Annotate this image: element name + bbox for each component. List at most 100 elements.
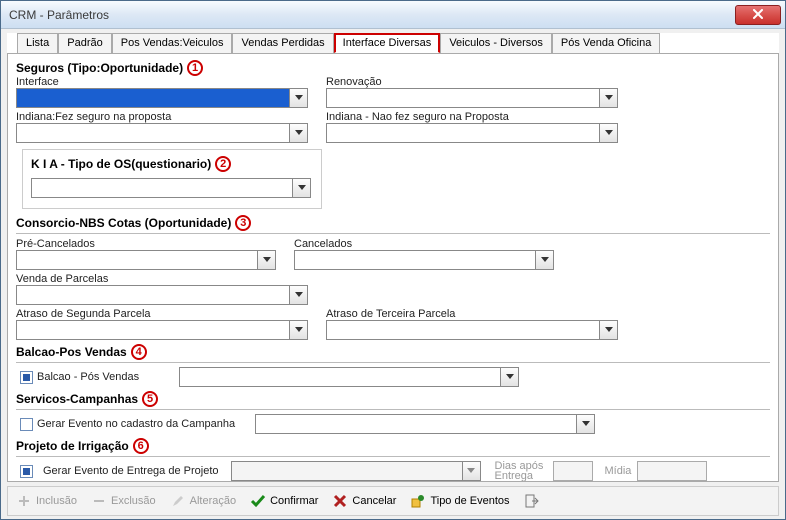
- select-body: [180, 368, 500, 386]
- chevron-down-icon[interactable]: [576, 415, 594, 433]
- tool-alteracao[interactable]: Alteração: [170, 493, 236, 509]
- tool-inclusao[interactable]: Inclusão: [16, 493, 77, 509]
- select-body: [17, 124, 289, 142]
- chevron-down-icon[interactable]: [289, 321, 307, 339]
- tool-exit[interactable]: [524, 493, 540, 509]
- annotation-marker-6: 6: [133, 438, 149, 454]
- chevron-down-icon[interactable]: [257, 251, 275, 269]
- checkbox-label-balcao: Balcao - Pós Vendas: [37, 371, 139, 383]
- select-seguros-renovacao[interactable]: [326, 88, 618, 108]
- group-consorcio-title: Consorcio-NBS Cotas (Oportunidade) 3: [16, 215, 770, 231]
- group-balcao-label: Balcao-Pos Vendas: [16, 345, 127, 359]
- app-window: CRM - Parâmetros Lista Padrão Pos Vendas…: [0, 0, 786, 520]
- tool-label: Cancelar: [352, 495, 396, 507]
- bottom-toolbar: Inclusão Exclusão Alteração Confirmar Ca…: [7, 486, 779, 516]
- select-body: [295, 251, 535, 269]
- tab-interface-diversas[interactable]: Interface Diversas: [334, 33, 441, 53]
- select-body: [327, 321, 599, 339]
- group-balcao-title: Balcao-Pos Vendas 4: [16, 344, 770, 360]
- select-indiana-nao[interactable]: [326, 123, 618, 143]
- divider: [16, 409, 770, 410]
- tab-lista[interactable]: Lista: [17, 33, 58, 53]
- group-consorcio-label: Consorcio-NBS Cotas (Oportunidade): [16, 216, 231, 230]
- chevron-down-icon[interactable]: [599, 124, 617, 142]
- group-servicos-label: Servicos-Campanhas: [16, 392, 138, 406]
- plus-icon: [16, 493, 32, 509]
- tool-cancelar[interactable]: Cancelar: [332, 493, 396, 509]
- input-midia[interactable]: [637, 461, 707, 481]
- select-balcao-pos-vendas[interactable]: [179, 367, 519, 387]
- tool-label: Inclusão: [36, 495, 77, 507]
- select-kia-tipo-os[interactable]: [31, 178, 311, 198]
- chevron-down-icon[interactable]: [500, 368, 518, 386]
- tab-padrao[interactable]: Padrão: [58, 33, 111, 53]
- select-body: [232, 462, 462, 480]
- chevron-down-icon[interactable]: [289, 286, 307, 304]
- select-cancelados[interactable]: [294, 250, 554, 270]
- event-type-icon: [410, 493, 426, 509]
- tool-tipo-eventos[interactable]: Tipo de Eventos: [410, 493, 509, 509]
- label-cancelados: Cancelados: [294, 238, 554, 250]
- label-renovacao: Renovação: [326, 76, 618, 88]
- chevron-down-icon[interactable]: [462, 462, 480, 480]
- titlebar: CRM - Parâmetros: [1, 1, 785, 29]
- annotation-marker-3: 3: [235, 215, 251, 231]
- select-body: [17, 251, 257, 269]
- select-body: [256, 415, 576, 433]
- tab-pos-vendas-veiculos[interactable]: Pos Vendas:Veiculos: [112, 33, 233, 53]
- group-irrigacao-label: Projeto de Irrigação: [16, 439, 129, 453]
- label-interface: Interface: [16, 76, 308, 88]
- window-title: CRM - Parâmetros: [9, 8, 109, 22]
- chevron-down-icon[interactable]: [289, 89, 307, 107]
- tab-bar: Lista Padrão Pos Vendas:Veiculos Vendas …: [7, 33, 779, 54]
- checkbox-label-entrega: Gerar Evento de Entrega de Projeto: [43, 465, 219, 477]
- group-seguros-label: Seguros (Tipo:Oportunidade): [16, 61, 183, 75]
- tool-confirmar[interactable]: Confirmar: [250, 493, 318, 509]
- label-midia: Mídia: [605, 465, 632, 477]
- annotation-marker-2: 2: [215, 156, 231, 172]
- chevron-down-icon[interactable]: [289, 124, 307, 142]
- select-body: [327, 89, 599, 107]
- checkbox-gerar-evento-campanha[interactable]: [20, 418, 33, 431]
- select-pre-cancelados[interactable]: [16, 250, 276, 270]
- label-atraso2: Atraso de Segunda Parcela: [16, 308, 308, 320]
- input-dias-apos-entrega[interactable]: [553, 461, 593, 481]
- select-indiana-sim[interactable]: [16, 123, 308, 143]
- annotation-marker-5: 5: [142, 391, 158, 407]
- chevron-down-icon[interactable]: [599, 321, 617, 339]
- select-seguros-interface[interactable]: [16, 88, 308, 108]
- select-atraso2[interactable]: [16, 320, 308, 340]
- checkbox-gerar-evento-entrega[interactable]: [20, 465, 33, 478]
- label-indiana-sim: Indiana:Fez seguro na proposta: [16, 111, 308, 123]
- chevron-down-icon[interactable]: [535, 251, 553, 269]
- label-dias-apos-entrega: Dias após Entrega: [495, 461, 547, 481]
- group-servicos-title: Servicos-Campanhas 5: [16, 391, 770, 407]
- tab-pos-venda-oficina[interactable]: Pós Venda Oficina: [552, 33, 661, 53]
- group-seguros-title: Seguros (Tipo:Oportunidade) 1: [16, 60, 770, 76]
- annotation-marker-1: 1: [187, 60, 203, 76]
- tab-content: Seguros (Tipo:Oportunidade) 1 Interface …: [7, 54, 779, 482]
- exit-icon: [524, 493, 540, 509]
- group-kia-box: K I A - Tipo de OS(questionario) 2: [22, 149, 322, 209]
- tool-label: Confirmar: [270, 495, 318, 507]
- checkbox-balcao-pos-vendas[interactable]: [20, 371, 33, 384]
- select-body: [327, 124, 599, 142]
- select-body: [17, 286, 289, 304]
- tab-veiculos-diversos[interactable]: Veiculos - Diversos: [440, 33, 552, 53]
- group-kia-label: K I A - Tipo de OS(questionario): [31, 157, 211, 171]
- select-atraso3[interactable]: [326, 320, 618, 340]
- chevron-down-icon[interactable]: [292, 179, 310, 197]
- select-body: [17, 321, 289, 339]
- label-pre-cancelados: Pré-Cancelados: [16, 238, 276, 250]
- group-irrigacao-title: Projeto de Irrigação 6: [16, 438, 770, 454]
- tool-exclusao[interactable]: Exclusão: [91, 493, 156, 509]
- divider: [16, 362, 770, 363]
- select-venda-parcelas[interactable]: [16, 285, 308, 305]
- select-body: [17, 89, 289, 107]
- select-servicos-campanha[interactable]: [255, 414, 595, 434]
- check-icon: [250, 493, 266, 509]
- chevron-down-icon[interactable]: [599, 89, 617, 107]
- close-button[interactable]: [735, 5, 781, 25]
- select-irrigacao-projeto[interactable]: [231, 461, 481, 481]
- tab-vendas-perdidas[interactable]: Vendas Perdidas: [232, 33, 333, 53]
